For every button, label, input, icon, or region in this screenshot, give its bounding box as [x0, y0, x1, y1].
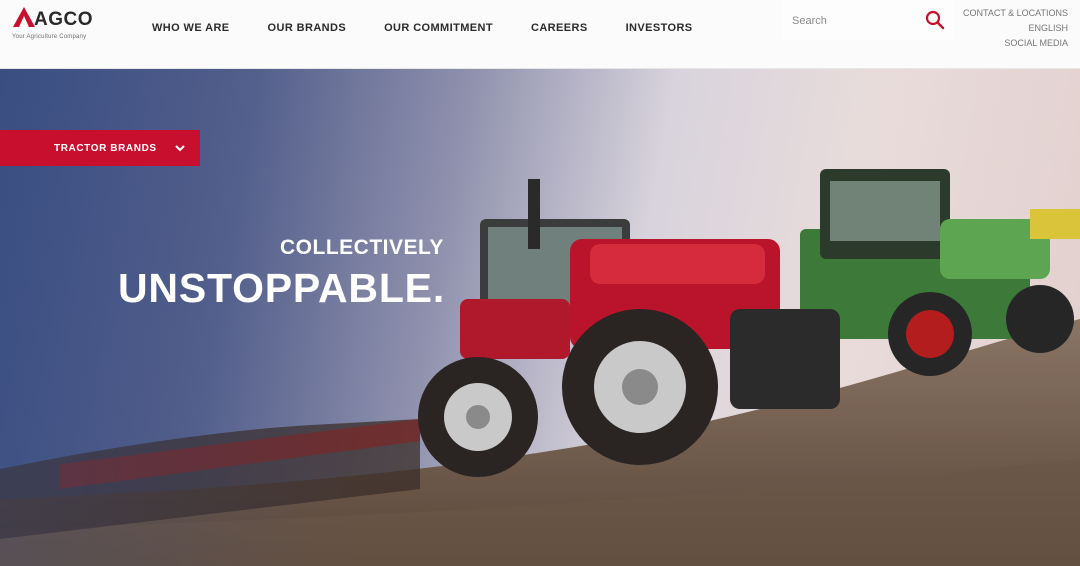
contact-locations-link[interactable]: CONTACT & LOCATIONS: [963, 6, 1068, 21]
nav-item-our-brands[interactable]: OUR BRANDS: [268, 22, 347, 34]
nav-item-careers[interactable]: CAREERS: [531, 22, 588, 34]
tractor-brands-dropdown[interactable]: TRACTOR BRANDS: [0, 130, 200, 166]
nav-item-investors[interactable]: INVESTORS: [626, 22, 693, 34]
social-media-link[interactable]: SOCIAL MEDIA: [963, 36, 1068, 51]
tractor-brands-label: TRACTOR BRANDS: [54, 142, 157, 154]
hero-banner: TRACTOR BRANDS COLLECTIVELY UNSTOPPABLE.: [0, 69, 1080, 566]
language-link[interactable]: ENGLISH: [963, 21, 1068, 36]
agco-logo-mark-icon: [13, 7, 35, 27]
hero-tagline-big: UNSTOPPABLE.: [118, 265, 446, 311]
search-box: [782, 0, 954, 40]
site-header: AGCO Your Agriculture Company WHO WE ARE…: [0, 0, 1080, 69]
agco-logo[interactable]: AGCO Your Agriculture Company: [12, 6, 127, 46]
nav-item-who-we-are[interactable]: WHO WE ARE: [152, 22, 230, 34]
hero-tagline-small: COLLECTIVELY: [280, 236, 444, 259]
chevron-down-icon: [175, 145, 185, 152]
search-icon[interactable]: [924, 9, 946, 31]
utility-links: CONTACT & LOCATIONS ENGLISH SOCIAL MEDIA: [963, 6, 1068, 51]
main-nav: WHO WE ARE OUR BRANDS OUR COMMITMENT CAR…: [152, 22, 731, 34]
nav-item-our-commitment[interactable]: OUR COMMITMENT: [384, 22, 493, 34]
logo-text: AGCO: [34, 9, 93, 30]
logo-tagline: Your Agriculture Company: [12, 34, 87, 40]
search-input[interactable]: [790, 10, 924, 32]
